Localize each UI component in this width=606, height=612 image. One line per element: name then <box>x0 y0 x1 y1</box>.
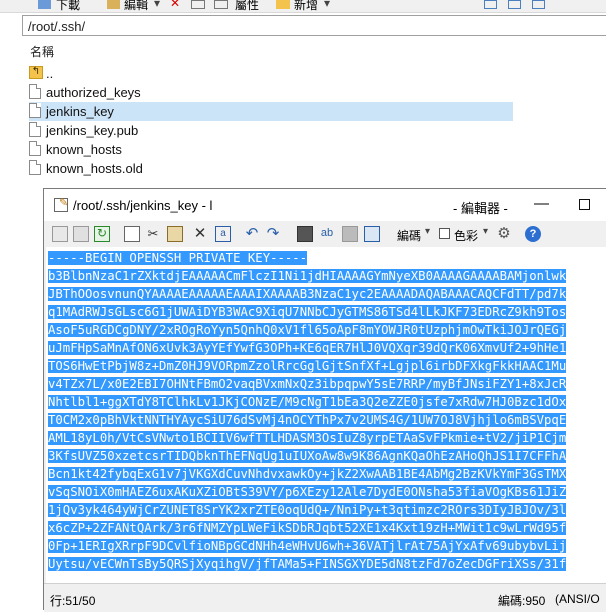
text-line: 3KfsUVZ50xzetcsrTIDQbknThEFNqUg1uIUXoAw8… <box>48 449 567 463</box>
edit-dropdown-icon[interactable]: ▾ <box>154 0 160 10</box>
save-icon[interactable] <box>73 226 89 242</box>
editor-text-area[interactable]: -----BEGIN OPENSSH PRIVATE KEY----- b3Bl… <box>46 247 606 583</box>
edit-button[interactable]: 編輯 <box>124 0 148 12</box>
file-name: known_hosts.old <box>46 161 143 176</box>
paste-icon[interactable] <box>167 226 183 242</box>
text-line: AML18yL0h/VtCsVNwto1BCIIV6wfTTLHDASM3OsI… <box>48 431 567 445</box>
download-button[interactable]: 下載 <box>56 0 80 12</box>
color-label: 色彩 <box>454 229 479 243</box>
file-name: jenkins_key <box>46 104 114 119</box>
properties-button[interactable]: 屬性 <box>235 0 259 12</box>
top-toolbar: 下載 編輯 ▾ ✕ 屬性 新增 ▾ <box>0 0 606 13</box>
new-icon[interactable] <box>276 0 290 9</box>
minimize-button[interactable]: — <box>534 195 549 212</box>
text-line: T0CM2x0pBhVktNNTHYAycSiU76dSvMj4nOCYThPx… <box>48 413 567 427</box>
text-line: x6cZP+2ZFANtQArk/3r6fNMZYpLWeFikSDbRJqbt… <box>48 521 567 535</box>
editor-title-bar[interactable]: ✎ /root/.ssh/jenkins_key - l - 編輯器 - — <box>44 189 606 221</box>
new-dropdown-icon[interactable]: ▾ <box>324 0 330 10</box>
text-line: b3BlbnNzaC1rZXktdjEAAAAACmFlczI1Ni1jdHIA… <box>48 269 567 283</box>
ansi-status: (ANSI/O <box>555 592 600 606</box>
collapse-icon[interactable] <box>508 0 521 9</box>
text-line: Bcn1kt42fybqExG1v7jVKGXdCuvNhdvxawkOy+jk… <box>48 467 567 481</box>
text-line: JBThOOosvnunQYAAAAEAAAAAEAAAIXAAAAB3NzaC… <box>48 287 567 301</box>
list-item[interactable]: authorized_keys <box>29 83 513 102</box>
goto-line-icon[interactable] <box>364 226 380 242</box>
list-item[interactable]: known_hosts.old <box>29 159 513 178</box>
expand-icon[interactable] <box>484 0 497 9</box>
text-line: TOS6HwEtPbjW8z+DmZ0HJ9VORpmZzolRrcGglGjt… <box>48 359 567 373</box>
view-icon[interactable] <box>532 0 545 9</box>
list-item[interactable]: known_hosts <box>29 140 513 159</box>
file-icon <box>29 141 41 156</box>
redo-icon[interactable]: ↷ <box>265 226 281 242</box>
download-icon[interactable] <box>38 0 51 9</box>
editor-toolbar: ↻ ✂ ✕ a ↶ ↷ ab 編碼 ▾ 色彩 ▾ ⚙ ? <box>44 221 606 247</box>
help-icon[interactable]: ? <box>525 226 541 242</box>
delete-icon[interactable]: ✕ <box>192 226 208 242</box>
maximize-button[interactable] <box>579 199 590 210</box>
edit-icon[interactable] <box>107 0 120 9</box>
settings-gear-icon[interactable]: ⚙ <box>496 226 512 242</box>
text-line: q1MAdRWJsGLsc6G1jUWAiDYB3WAc9XiqU7NNbCJy… <box>48 305 567 319</box>
text-line: Uytsu/vECWnTsBy5QRSjXyqihgV/jfTAMa5+FINS… <box>48 557 567 571</box>
path-bar[interactable]: /root/.ssh/ <box>22 15 606 36</box>
path-text: /root/.ssh/ <box>28 19 86 34</box>
file-icon <box>29 122 41 137</box>
text-line: 0Fp+1ERIgXRrpF9DCvlfioNBpGCdNHh4eWHvU6wh… <box>48 539 567 553</box>
file-name: jenkins_key.pub <box>46 123 139 138</box>
color-chevron-icon[interactable]: ▾ <box>483 226 488 242</box>
list-item[interactable]: jenkins_key.pub <box>29 121 513 140</box>
text-line: -----BEGIN OPENSSH PRIVATE KEY----- <box>48 251 308 265</box>
cursor-position: 行:51/50 <box>50 594 96 608</box>
file-name: authorized_keys <box>46 85 141 100</box>
text-line: uJmFHpSaMnAfON6xUvk3AyYEfYwfG3OPh+KE6qER… <box>48 341 567 355</box>
editor-title: /root/.ssh/jenkins_key - l <box>73 198 213 213</box>
parent-folder-icon: ↰ <box>29 66 43 79</box>
list-item-parent[interactable]: ↰ .. <box>29 64 513 83</box>
rename-icon[interactable] <box>191 0 205 9</box>
new-button[interactable]: 新增 <box>294 0 318 12</box>
text-line: Nhtlbl1+ggXTdY8TClhkLv1JKjCONzE/M9cNgT1b… <box>48 395 567 409</box>
reload-icon[interactable]: ↻ <box>94 226 110 242</box>
select-all-icon[interactable]: a <box>215 226 231 242</box>
file-name: .. <box>46 66 54 81</box>
color-checkbox[interactable] <box>439 228 450 239</box>
delete-icon[interactable]: ✕ <box>170 0 180 10</box>
file-icon <box>29 160 41 175</box>
file-name: known_hosts <box>46 142 122 157</box>
replace-icon[interactable]: ab <box>319 226 335 242</box>
file-icon <box>29 84 41 99</box>
editor-window: ✎ /root/.ssh/jenkins_key - l - 編輯器 - — ↻… <box>43 188 606 612</box>
editor-status-bar: 行:51/50 編碼:950 (ANSI/O <box>44 583 606 612</box>
find-icon[interactable] <box>297 226 313 242</box>
text-line: 1jQv3yk464yWjCrZUNET8SrYK2xrZTE0oqUdQ+/N… <box>48 503 567 517</box>
new-file-icon[interactable] <box>52 226 68 242</box>
cut-icon[interactable]: ✂ <box>145 226 161 242</box>
encoding-status: 編碼:950 <box>498 594 546 608</box>
text-line: vSqSNOiX0mHAEZ6uxAKuXZiOBtS39VY/p6XEzy12… <box>48 485 567 499</box>
copy-icon[interactable] <box>124 226 140 242</box>
list-item-selected[interactable]: jenkins_key <box>29 102 513 121</box>
text-line: AsoF5uRGDCgDNY/2xROgRoYyn5QnhQ0xV1fl65oA… <box>48 323 567 337</box>
editor-app-icon: ✎ <box>54 197 68 212</box>
properties-icon[interactable] <box>214 0 228 9</box>
text-line: v4TZx7L/x0E2EBI7OHNtFBmO2vaqBVxmNxQz3ibp… <box>48 377 567 391</box>
editor-title-suffix: - 編輯器 - <box>453 201 508 216</box>
file-icon <box>29 103 41 118</box>
undo-icon[interactable]: ↶ <box>244 226 260 242</box>
find-next-icon[interactable] <box>342 226 358 242</box>
encoding-dropdown[interactable]: 編碼 <box>397 227 421 243</box>
column-header-name[interactable]: 名稱 <box>30 43 54 60</box>
encoding-chevron-icon[interactable]: ▾ <box>425 226 430 242</box>
